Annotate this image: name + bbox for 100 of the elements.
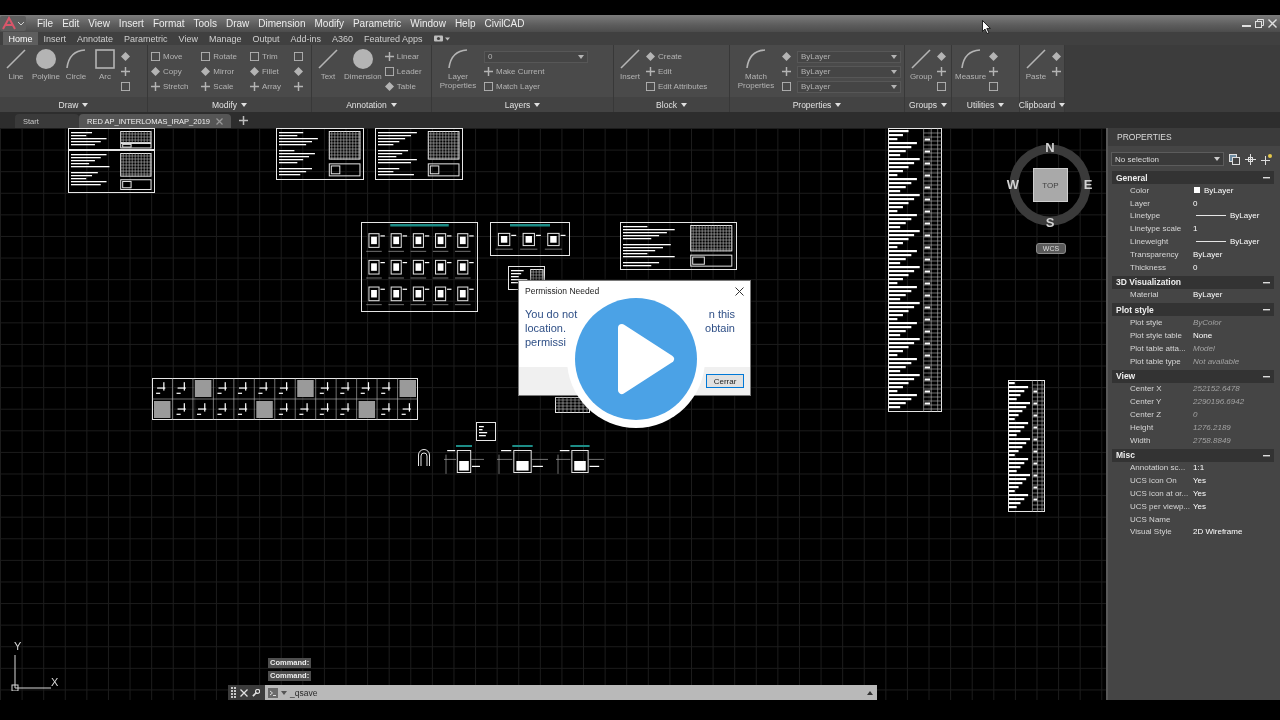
property-label: Center X xyxy=(1129,384,1163,394)
property-value[interactable]: ByLayer xyxy=(1193,249,1223,259)
property-label: Plot table type xyxy=(1129,356,1182,366)
close-dialog-button[interactable]: Cerrar xyxy=(706,374,744,388)
ribbon-tab[interactable]: Parametric xyxy=(118,32,174,45)
ribbon-tab[interactable]: Featured Apps xyxy=(358,32,429,45)
property-value[interactable]: 0 xyxy=(1193,262,1198,272)
compass-label[interactable]: W xyxy=(1006,178,1020,192)
property-label: Center Z xyxy=(1129,410,1163,420)
cross-icon xyxy=(201,82,211,91)
ribbon-tab[interactable]: Home xyxy=(3,32,38,45)
property-label: Color xyxy=(1129,185,1151,195)
property-value[interactable]: ByLayer xyxy=(1230,237,1260,247)
arc-icon xyxy=(960,49,981,69)
property-value[interactable]: Yes xyxy=(1193,476,1207,486)
crosshair-icon[interactable] xyxy=(1245,153,1256,165)
caret-icon xyxy=(82,102,89,107)
menu-item[interactable]: Help xyxy=(454,18,476,29)
property-label: Lineweight xyxy=(1129,237,1170,247)
line-sample-icon xyxy=(1196,240,1226,244)
caret-icon[interactable] xyxy=(281,690,287,695)
command-input-field[interactable]: _qsave xyxy=(265,685,877,700)
property-value[interactable]: ByLayer xyxy=(1230,211,1260,221)
menu-item[interactable]: Parametric xyxy=(352,18,402,29)
menu-item[interactable]: Edit xyxy=(62,18,80,29)
ribbon-tab[interactable]: Output xyxy=(246,32,285,45)
command-prompt-icon[interactable] xyxy=(268,687,278,698)
ribbon-tab[interactable]: Insert xyxy=(38,32,72,45)
wrench-icon[interactable] xyxy=(252,688,260,697)
restore-icon[interactable] xyxy=(1255,19,1264,28)
compass-label[interactable]: E xyxy=(1081,178,1095,192)
cross-icon xyxy=(484,67,493,76)
menu-item[interactable]: Insert xyxy=(118,18,144,29)
menu-item[interactable]: Dimension xyxy=(258,18,306,29)
arc-icon xyxy=(448,49,468,69)
section-header[interactable]: Misc xyxy=(1112,448,1274,462)
message-text: obtain xyxy=(705,322,735,334)
diamond-icon xyxy=(384,82,394,91)
line-icon xyxy=(911,49,931,69)
diamond-icon xyxy=(646,52,655,61)
ribbon-tab[interactable]: Annotate xyxy=(71,32,119,45)
square-icon xyxy=(95,49,115,69)
collapse-icon[interactable] xyxy=(1263,174,1270,181)
caret-icon xyxy=(241,102,247,107)
ribbon-toggle-icon[interactable] xyxy=(434,34,451,43)
crosshair-star-icon[interactable] xyxy=(1261,153,1272,165)
property-label: Thickness xyxy=(1129,262,1167,272)
property-label: Material xyxy=(1129,290,1160,300)
caret-icon xyxy=(534,102,541,107)
caret-icon xyxy=(680,102,687,107)
property-value[interactable]: ByLayer xyxy=(1204,185,1234,195)
square-icon xyxy=(249,52,259,61)
selection-dropdown[interactable]: No selection xyxy=(1111,152,1224,166)
drawing-sheet xyxy=(496,445,549,475)
menu-item[interactable]: Window xyxy=(410,18,446,29)
ribbon-tab[interactable]: View xyxy=(173,32,204,45)
top-face-button[interactable]: TOP xyxy=(1033,168,1068,202)
property-value[interactable]: Yes xyxy=(1193,489,1207,499)
property-label: UCS icon at or... xyxy=(1129,489,1190,499)
property-value[interactable]: 2D Wireframe xyxy=(1193,527,1243,537)
caret-icon xyxy=(998,102,1005,107)
property-value[interactable]: ByLayer xyxy=(1193,290,1223,300)
menu-item[interactable]: Tools xyxy=(193,18,217,29)
menu-item[interactable]: View xyxy=(88,18,110,29)
menu-item[interactable]: Modify xyxy=(314,18,344,29)
property-value[interactable]: 0 xyxy=(1193,198,1198,208)
stacked-squares-icon[interactable] xyxy=(1229,153,1240,165)
property-label: Transparency xyxy=(1129,249,1180,259)
property-label: Visual Style xyxy=(1129,527,1173,537)
menu-item[interactable]: CivilCAD xyxy=(484,18,525,29)
caret-icon xyxy=(891,54,897,59)
caret-icon xyxy=(578,54,584,59)
property-label: UCS icon On xyxy=(1129,476,1178,486)
compass-ring[interactable] xyxy=(1009,144,1091,226)
caret-icon xyxy=(940,102,947,107)
property-value[interactable]: 1:1 xyxy=(1193,463,1205,473)
ribbon-tab[interactable]: Add-ins xyxy=(285,32,327,45)
property-value[interactable]: 1 xyxy=(1193,224,1198,234)
close-icon[interactable] xyxy=(735,286,744,296)
menu-item[interactable]: Draw xyxy=(225,18,250,29)
caret-up-icon[interactable] xyxy=(867,690,873,695)
circle-icon xyxy=(352,49,373,69)
menu-item[interactable]: File xyxy=(37,18,54,29)
section-header[interactable]: View xyxy=(1112,369,1274,383)
ribbon-tab[interactable]: Manage xyxy=(203,32,247,45)
plus-icon[interactable] xyxy=(239,116,248,125)
section-header[interactable]: General xyxy=(1112,171,1274,184)
property-value[interactable]: Yes xyxy=(1193,501,1207,511)
drawing-sheet xyxy=(443,445,485,475)
section-header[interactable]: Plot style xyxy=(1112,303,1274,317)
grip-icon[interactable] xyxy=(231,687,236,698)
property-value[interactable]: None xyxy=(1193,331,1213,341)
property-label: Plot style table xyxy=(1129,331,1184,341)
section-header[interactable]: 3D Visualization xyxy=(1112,275,1274,289)
menu-item[interactable]: Format xyxy=(152,18,185,29)
compass-label[interactable]: N xyxy=(1043,141,1057,155)
arc-icon xyxy=(746,49,766,69)
ribbon-tab[interactable]: A360 xyxy=(326,32,359,45)
cross-icon xyxy=(249,82,259,91)
palette-title: PROPERTIES xyxy=(1108,128,1280,146)
